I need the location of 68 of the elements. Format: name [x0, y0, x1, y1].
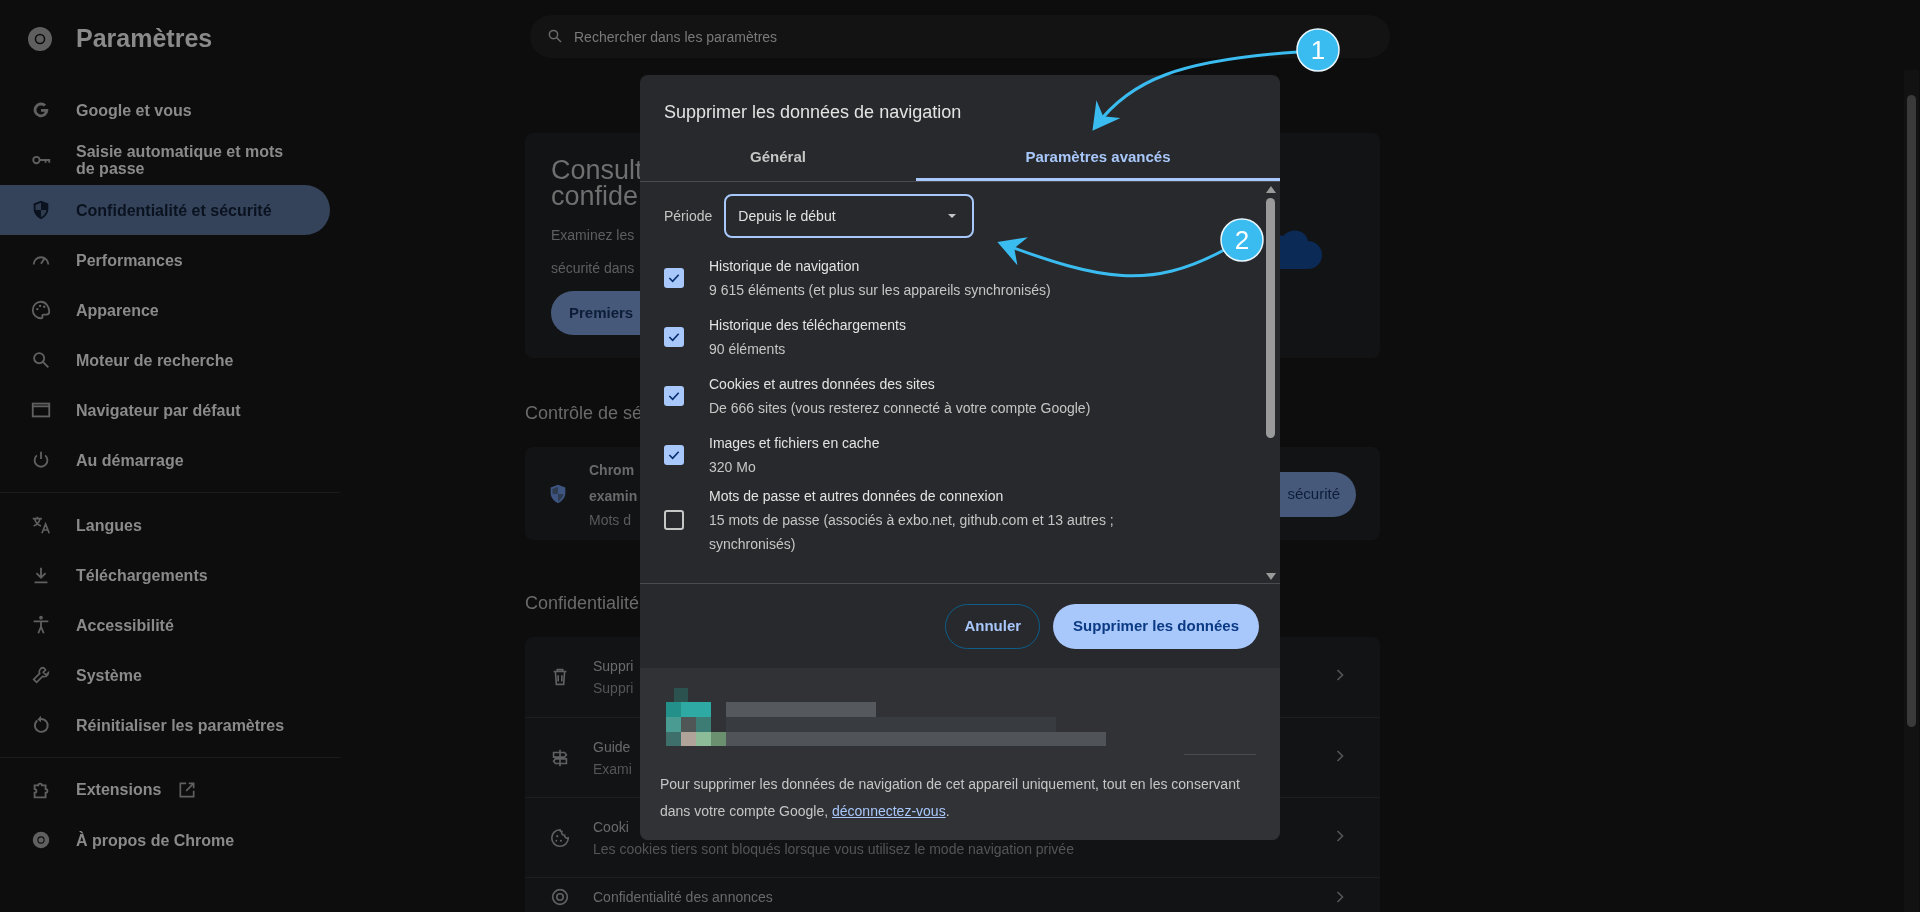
- sidebar-item[interactable]: Langues: [0, 500, 330, 550]
- row-title: Guide: [593, 737, 631, 757]
- item-title: Cookies et autres données des sites: [709, 374, 935, 394]
- section-heading: Confidentialité: [525, 592, 640, 615]
- item-detail: 15 mots de passe (associés à exbo.net, github.com et 13 autres ; synchronisés): [709, 511, 1115, 554]
- item-detail: 9 615 éléments (et plus sur les appareils synchronisés): [709, 280, 1052, 300]
- row-subtitle: Les cookies tiers sont bloqués lorsque vous utilisez le mode navigation privée: [593, 839, 1074, 859]
- sidebar-item[interactable]: Apparence: [0, 285, 330, 335]
- item-title: Historique des téléchargements: [709, 315, 906, 335]
- checkbox[interactable]: [664, 444, 684, 465]
- wrench-icon: [30, 664, 52, 686]
- card-title: Chrom: [589, 460, 635, 480]
- card-text: Mots d: [589, 510, 631, 530]
- sidebar-item[interactable]: Réinitialiser les paramètres: [0, 700, 330, 750]
- chrome-icon: [30, 829, 52, 851]
- sidebar-item[interactable]: Accessibilité: [0, 600, 330, 650]
- card-text: sécurité dans: [551, 259, 635, 278]
- caret-icon: [948, 214, 957, 218]
- checkbox[interactable]: [664, 326, 684, 347]
- sidebar-item[interactable]: Saisie automatique et mots de passe: [0, 135, 330, 185]
- card-text: Examinez les: [551, 226, 635, 245]
- external-link-icon: [177, 780, 198, 800]
- number-badge: 2: [1220, 218, 1264, 262]
- row-subtitle: Suppri: [593, 679, 634, 698]
- sidebar-item[interactable]: Extensions: [0, 765, 330, 815]
- target-icon: [549, 886, 571, 908]
- sidebar-item[interactable]: Navigateur par défaut: [0, 385, 330, 435]
- item-title: Historique de navigation: [709, 256, 860, 276]
- row-title: Confidentialité des annonces: [593, 888, 773, 907]
- item-title: Images et fichiers en cache: [709, 433, 880, 453]
- checkbox[interactable]: [664, 385, 684, 406]
- scrollbar[interactable]: [1904, 70, 1919, 912]
- sidebar-item[interactable]: Google et vous: [0, 85, 330, 135]
- footer-text: Pour supprimer les données de navigation de cet appareil uniquement, tout en les conservant dans votre compte Google, déconnectez-vous.: [660, 775, 1241, 821]
- sidebar-item[interactable]: Performances: [0, 235, 330, 285]
- number-badge: 1: [1296, 28, 1340, 72]
- item-title: Mots de passe et autres données de connexion: [709, 487, 1004, 506]
- item-detail: 320 Mo: [709, 457, 757, 477]
- sidebar-item[interactable]: Au démarrage: [0, 435, 330, 485]
- confirm-button[interactable]: Supprimer les données: [1053, 603, 1259, 649]
- card-title: examin: [589, 486, 638, 506]
- translate-icon: [30, 514, 52, 536]
- dialog-title: Supprimer les données de navigation: [664, 101, 962, 124]
- period-dropdown[interactable]: Depuis le début: [724, 194, 975, 238]
- item-detail: 90 éléments: [709, 339, 787, 359]
- sidebar-item[interactable]: Téléchargements: [0, 550, 330, 600]
- period-label: Période: [664, 206, 713, 226]
- row-title: Cooki: [593, 817, 629, 837]
- sidebar-item[interactable]: Système: [0, 650, 330, 700]
- cookie-icon: [549, 826, 571, 849]
- row-title: Suppri: [593, 657, 634, 676]
- tab[interactable]: Paramètres avancés: [916, 136, 1280, 181]
- search-icon: [30, 349, 52, 371]
- section-heading: Contrôle de sé: [525, 402, 643, 425]
- search-icon: [546, 27, 564, 45]
- palette-icon: [30, 299, 52, 321]
- checkbox[interactable]: [664, 510, 684, 530]
- sidebar-item[interactable]: À propos de Chrome: [0, 815, 330, 865]
- sign-out-link[interactable]: déconnectez-vous: [832, 803, 946, 819]
- tab[interactable]: Général: [640, 136, 916, 181]
- card-title: confide: [551, 183, 639, 209]
- sidebar-item[interactable]: Moteur de recherche: [0, 335, 330, 385]
- row-subtitle: Exami: [593, 759, 632, 779]
- checkbox[interactable]: [664, 267, 684, 288]
- item-detail: De 666 sites (vous resterez connecté à votre compte Google): [709, 398, 1092, 418]
- page-title: Paramètres: [76, 23, 213, 55]
- list-row[interactable]: Confidentialité des annonces: [525, 877, 1380, 912]
- card-title: Consult: [551, 157, 643, 183]
